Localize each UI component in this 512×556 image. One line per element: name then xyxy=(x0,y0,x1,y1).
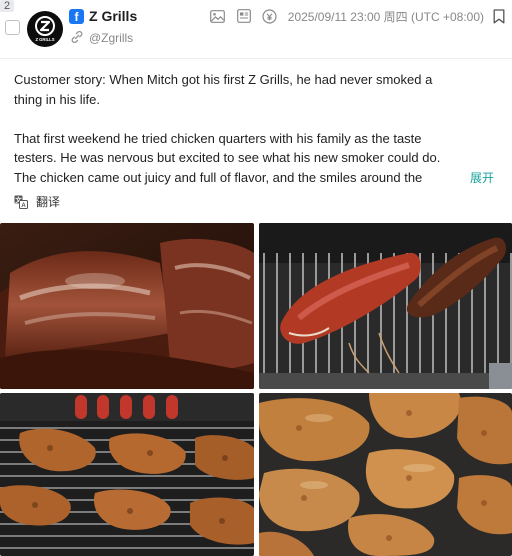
post-index-badge: 2 xyxy=(0,0,14,12)
header-divider xyxy=(0,58,512,59)
post-text-line: Customer story: When Mitch got his first… xyxy=(14,72,433,87)
post-timestamp: 2025/09/11 23:00 周四 (UTC +08:00) xyxy=(287,9,484,24)
author-handle[interactable]: @Zgrills xyxy=(89,31,133,45)
svg-text:A: A xyxy=(21,203,26,209)
post-text: Customer story: When Mitch got his first… xyxy=(14,70,504,187)
post-text-line: That first weekend he tried chicken quar… xyxy=(14,130,422,146)
photo-chicken-quarters-on-grill[interactable] xyxy=(0,393,254,556)
image-icon[interactable] xyxy=(210,8,226,24)
post-text-line: The chicken came out juicy and full of f… xyxy=(14,169,423,185)
avatar-text: Z GRILLS xyxy=(35,37,54,42)
post-text-line: thing in his life. xyxy=(14,91,100,107)
photo-grid xyxy=(0,223,512,556)
post-text-line: testers. He was nervous but excited to s… xyxy=(14,150,441,165)
translate-label: 翻译 xyxy=(36,195,61,209)
avatar[interactable]: Z GRILLS xyxy=(27,11,63,47)
translate-icon: 文 A xyxy=(14,195,28,209)
article-icon[interactable] xyxy=(236,8,252,24)
header-tools: 2025/09/11 23:00 周四 (UTC +08:00) xyxy=(210,7,506,25)
bookmark-icon[interactable] xyxy=(492,8,506,24)
facebook-icon: f xyxy=(69,9,84,24)
photo-smoked-chicken-quarters[interactable] xyxy=(259,393,512,556)
select-checkbox[interactable] xyxy=(5,20,20,35)
author-name[interactable]: Z Grills xyxy=(89,8,137,24)
copyright-icon[interactable] xyxy=(262,8,278,24)
expand-link[interactable]: 展开 xyxy=(466,169,495,186)
photo-smoked-ribs[interactable] xyxy=(0,223,254,389)
z-grills-logo: Z GRILLS xyxy=(35,16,55,42)
link-icon[interactable] xyxy=(69,29,85,45)
photo-pork-loins-on-grill[interactable] xyxy=(259,223,512,389)
translate-button[interactable]: 文 A 翻译 xyxy=(14,193,60,210)
